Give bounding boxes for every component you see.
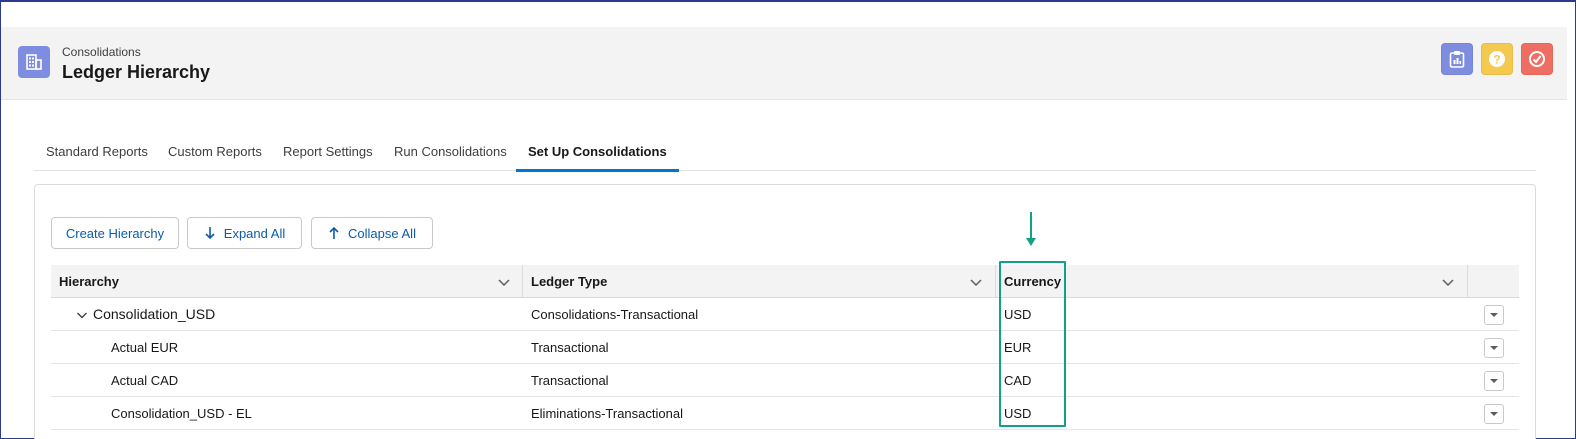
arrow-down-icon — [205, 227, 215, 240]
expand-all-button[interactable]: Expand All — [187, 217, 302, 249]
help-button[interactable]: ? — [1481, 43, 1513, 75]
currency-cell: EUR — [1004, 340, 1032, 355]
chevron-down-icon[interactable] — [76, 309, 88, 321]
help-icon: ? — [1489, 51, 1505, 67]
arrow-up-icon — [329, 226, 339, 239]
column-header-hierarchy[interactable]: Hierarchy — [51, 265, 119, 298]
column-header-currency[interactable]: Currency — [996, 265, 1061, 298]
page-title: Ledger Hierarchy — [62, 62, 211, 82]
caret-down-icon — [1490, 313, 1498, 317]
caret-down-icon — [1490, 412, 1498, 416]
table-row: Consolidation_USD Consolidations-Transac… — [51, 298, 1519, 331]
hierarchy-cell[interactable]: Actual EUR — [111, 331, 178, 364]
tab-bar: Standard Reports Custom Reports Report S… — [34, 133, 1536, 172]
grid-building-icon — [18, 46, 50, 78]
page-header: Consolidations Ledger Hierarchy ? — [1, 27, 1567, 100]
collapse-all-button[interactable]: Collapse All — [311, 217, 433, 249]
expand-all-label: Expand All — [223, 225, 286, 241]
ledger-type-cell: Eliminations-Transactional — [531, 406, 683, 421]
ledger-type-cell: Transactional — [531, 373, 609, 388]
row-actions-button[interactable] — [1484, 371, 1504, 391]
table-row: Actual CAD Transactional CAD — [51, 364, 1519, 397]
create-hierarchy-button[interactable]: Create Hierarchy — [51, 217, 179, 249]
column-divider[interactable] — [1467, 265, 1468, 298]
table-row: Consolidation_USD - EL Eliminations-Tran… — [51, 397, 1519, 430]
row-actions-button[interactable] — [1484, 305, 1504, 325]
collapse-all-label: Collapse All — [348, 225, 416, 241]
gauge-icon — [1529, 51, 1545, 67]
chevron-down-icon[interactable] — [969, 275, 983, 289]
hierarchy-cell[interactable]: Consolidation_USD — [93, 298, 215, 331]
chevron-down-icon[interactable] — [497, 275, 511, 289]
chevron-down-icon[interactable] — [1441, 275, 1455, 289]
row-actions-button[interactable] — [1484, 404, 1504, 424]
hierarchy-cell[interactable]: Consolidation_USD - EL — [111, 397, 252, 430]
caret-down-icon — [1490, 379, 1498, 383]
tab-report-settings[interactable]: Report Settings — [271, 133, 385, 171]
hierarchy-cell[interactable]: Actual CAD — [111, 364, 178, 397]
clipboard-icon — [1449, 51, 1465, 68]
tab-set-up-consolidations[interactable]: Set Up Consolidations — [516, 133, 679, 172]
create-hierarchy-label: Create Hierarchy — [65, 225, 165, 241]
caret-down-icon — [1490, 346, 1498, 350]
gauge-button[interactable] — [1521, 43, 1553, 75]
tab-standard-reports[interactable]: Standard Reports — [34, 133, 160, 171]
table-header: Hierarchy Ledger Type Currency — [51, 265, 1519, 298]
column-header-ledger-type[interactable]: Ledger Type — [523, 265, 607, 298]
table-row: Actual EUR Transactional EUR — [51, 331, 1519, 364]
clipboard-button[interactable] — [1441, 43, 1473, 75]
row-actions-button[interactable] — [1484, 338, 1504, 358]
currency-cell: USD — [1004, 307, 1032, 322]
page-subtitle: Consolidations — [62, 45, 141, 59]
currency-cell: USD — [1004, 406, 1032, 421]
ledger-type-cell: Consolidations-Transactional — [531, 307, 699, 322]
ledger-type-cell: Transactional — [531, 340, 609, 355]
currency-cell: CAD — [1004, 373, 1032, 388]
svg-text:?: ? — [1493, 53, 1500, 67]
annotation-arrow-icon — [1026, 212, 1036, 246]
tab-run-consolidations[interactable]: Run Consolidations — [382, 133, 519, 171]
tab-custom-reports[interactable]: Custom Reports — [156, 133, 274, 171]
